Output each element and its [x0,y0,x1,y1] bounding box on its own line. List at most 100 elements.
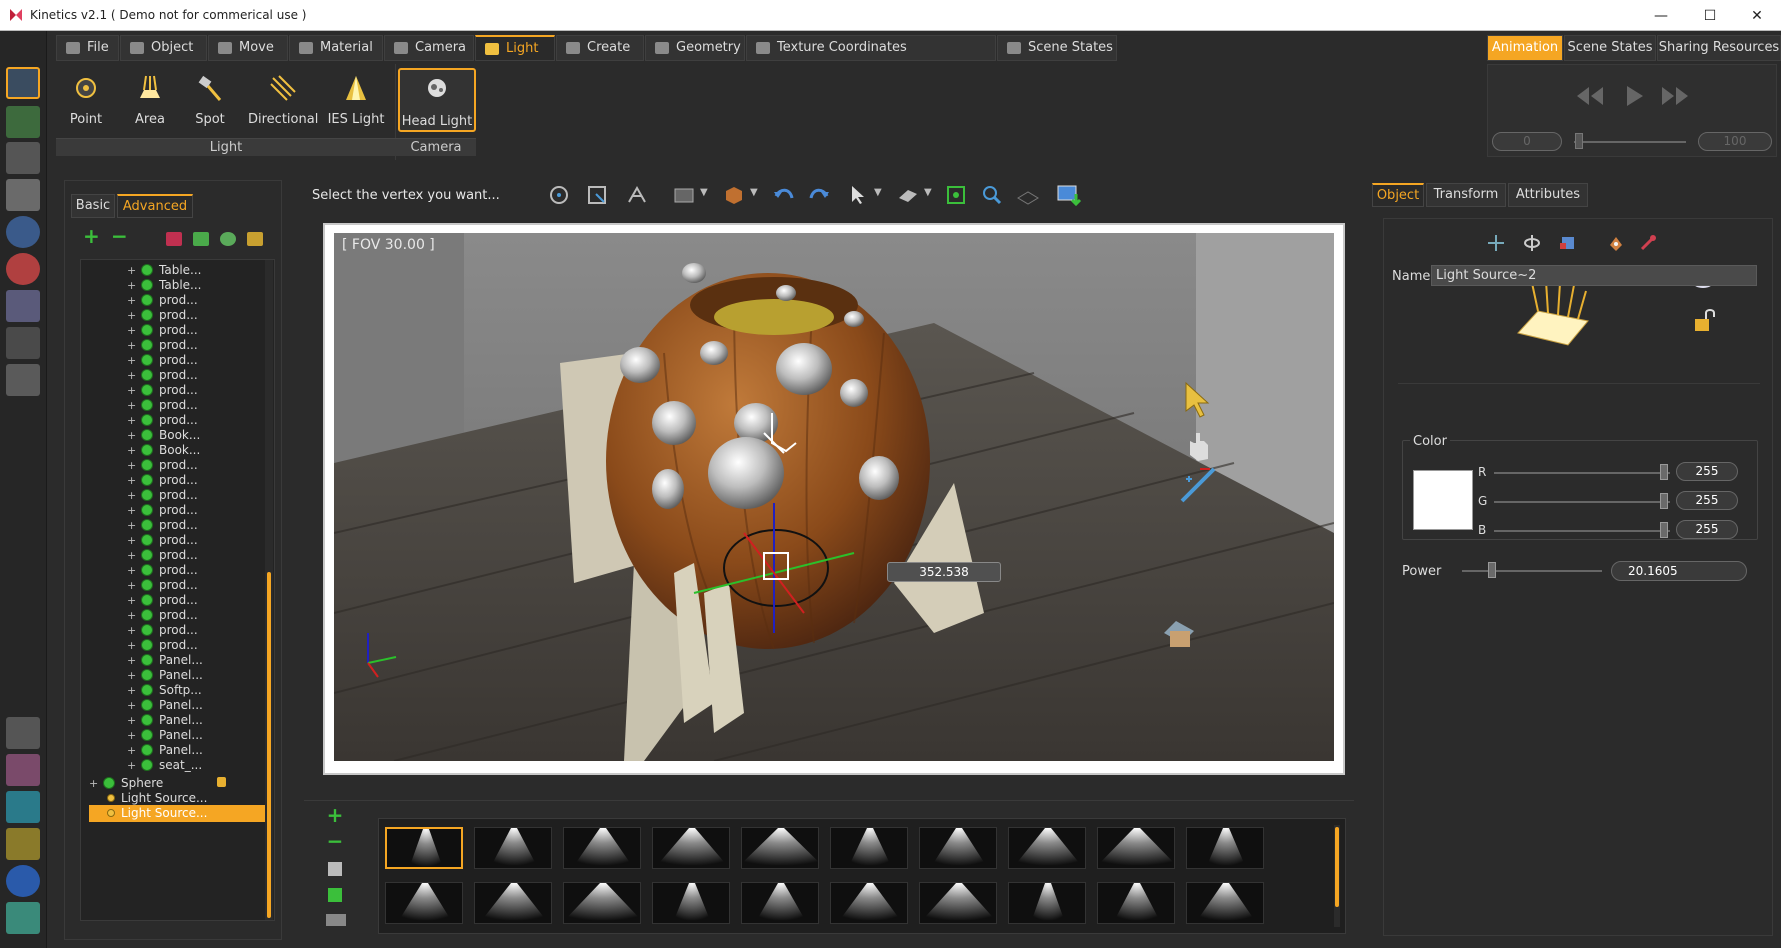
timeline-slider[interactable] [1574,141,1686,143]
tab-sharing-resources[interactable]: Sharing Resources [1657,35,1781,61]
shading-icon[interactable] [722,184,746,206]
b-channel-spinbox[interactable]: 255 [1676,520,1738,539]
b-channel-slider[interactable] [1494,530,1670,532]
power-slider-knob[interactable] [1488,562,1496,578]
settings-icon[interactable] [6,717,40,749]
power-spinbox[interactable]: 20.1605 [1611,561,1747,581]
materials-tool-icon[interactable] [6,106,40,138]
tab-scene-states[interactable]: Scene States [997,35,1117,61]
environment-tool-icon[interactable] [6,216,40,248]
light-preset-thumb[interactable] [741,827,819,869]
light-preset-thumb[interactable] [830,882,908,924]
light-preset-thumb[interactable] [563,882,641,924]
add-preset-icon[interactable]: + [326,805,344,825]
light-preset-thumb[interactable] [385,827,463,869]
g-channel-slider[interactable] [1494,501,1670,503]
render-export-icon[interactable] [1056,184,1084,206]
tree-scrollbar-thumb[interactable] [267,572,271,918]
minimize-button[interactable]: — [1641,5,1681,27]
tab-transform[interactable]: Transform [1426,183,1506,207]
frame-end-field[interactable]: 100 [1698,132,1772,151]
light-preset-thumb[interactable] [1008,882,1086,924]
light-preset-thumb[interactable] [1097,827,1175,869]
viewport-value-readout[interactable]: 352.538 [887,562,1001,582]
point-light-button[interactable]: Point [62,68,110,134]
light-preset-thumb[interactable] [652,882,730,924]
fast-forward-icon[interactable] [1656,81,1694,111]
light-preset-thumb[interactable] [919,882,997,924]
tab-move[interactable]: Move [208,35,288,61]
preset-grid[interactable] [378,818,1346,934]
light-preset-thumb[interactable] [741,882,819,924]
hierarchy-icon[interactable] [193,232,209,246]
select-dropdown-icon[interactable]: ▼ [874,187,882,198]
grid-icon[interactable] [1016,184,1040,206]
power-slider[interactable] [1462,570,1602,572]
tab-animation[interactable]: Animation [1487,35,1563,61]
light-preset-thumb[interactable] [563,827,641,869]
tab-camera[interactable]: Camera [384,35,474,61]
light-preset-thumb[interactable] [1008,827,1086,869]
b-channel-knob[interactable] [1660,522,1668,538]
remove-node-icon[interactable]: − [111,226,128,246]
script-tool-icon[interactable] [6,327,40,359]
share-icon[interactable] [6,791,40,823]
paint-material-icon[interactable] [1606,233,1626,253]
plugins-icon[interactable] [6,754,40,786]
light-preset-thumb[interactable] [1186,882,1264,924]
tab-texture-coordinates[interactable]: Texture Coordinates [746,35,996,61]
import-preset-icon[interactable] [328,888,342,902]
zoom-icon[interactable] [980,184,1004,206]
select-pointer-icon[interactable] [846,184,870,206]
tree-item[interactable]: + seat_... [127,757,259,774]
key-icon[interactable] [6,828,40,860]
rotate-axis-icon[interactable] [1522,233,1542,253]
remove-preset-icon[interactable]: − [326,831,344,851]
g-channel-spinbox[interactable]: 255 [1676,491,1738,510]
help-icon[interactable] [6,865,40,897]
spot-light-button[interactable]: Spot [186,68,234,134]
light-preset-thumb[interactable] [1097,882,1175,924]
shading-dropdown-icon[interactable]: ▼ [750,187,758,198]
measure-icon[interactable] [625,184,649,206]
rewind-icon[interactable] [1571,81,1609,111]
r-channel-slider[interactable] [1494,472,1670,474]
scene-tree[interactable]: + Table... + Table... + prod... + prod... + prod.… [80,259,275,921]
expand-icon[interactable]: + [127,757,137,774]
lock-icon[interactable] [217,777,226,787]
tab-object[interactable]: Object [120,35,207,61]
name-field[interactable]: Light Source~2 [1431,265,1757,286]
light-preset-thumb[interactable] [652,827,730,869]
fit-view-icon[interactable] [944,184,968,206]
redo-icon[interactable] [807,184,831,206]
move-axis-icon[interactable] [1486,233,1506,253]
camera-tool-icon[interactable] [6,142,40,174]
preset-scrollbar-thumb[interactable] [1335,827,1339,907]
tab-object-props[interactable]: Object [1372,183,1424,207]
light-preset-thumb[interactable] [474,827,552,869]
camera-view-dropdown-icon[interactable]: ▼ [924,187,932,198]
add-node-icon[interactable]: + [83,226,100,246]
view-mode-preset-icon[interactable] [326,914,346,926]
tab-create[interactable]: Create [556,35,644,61]
furniture-tool-icon[interactable] [6,179,40,211]
light-preset-thumb[interactable] [919,827,997,869]
timeline-slider-knob[interactable] [1575,133,1583,149]
frame-start-field[interactable]: 0 [1492,132,1562,151]
tab-file[interactable]: File [56,35,119,61]
light-preset-thumb[interactable] [474,882,552,924]
camera-view-icon[interactable] [896,184,920,206]
group-icon[interactable] [166,232,182,246]
render-tool-icon[interactable] [6,290,40,322]
area-light-button[interactable]: Area [126,68,174,134]
textures-tool-icon[interactable] [6,253,40,285]
tab-attributes[interactable]: Attributes [1508,183,1588,207]
library-preset-icon[interactable] [328,862,342,876]
tab-light[interactable]: Light [475,35,555,61]
g-channel-knob[interactable] [1660,493,1668,509]
undo-icon[interactable] [772,184,796,206]
3d-viewport[interactable] [334,233,1334,761]
tree-item-light-source[interactable]: Light Source... [89,805,265,822]
light-preset-thumb[interactable] [830,827,908,869]
light-preset-thumb[interactable] [1186,827,1264,869]
